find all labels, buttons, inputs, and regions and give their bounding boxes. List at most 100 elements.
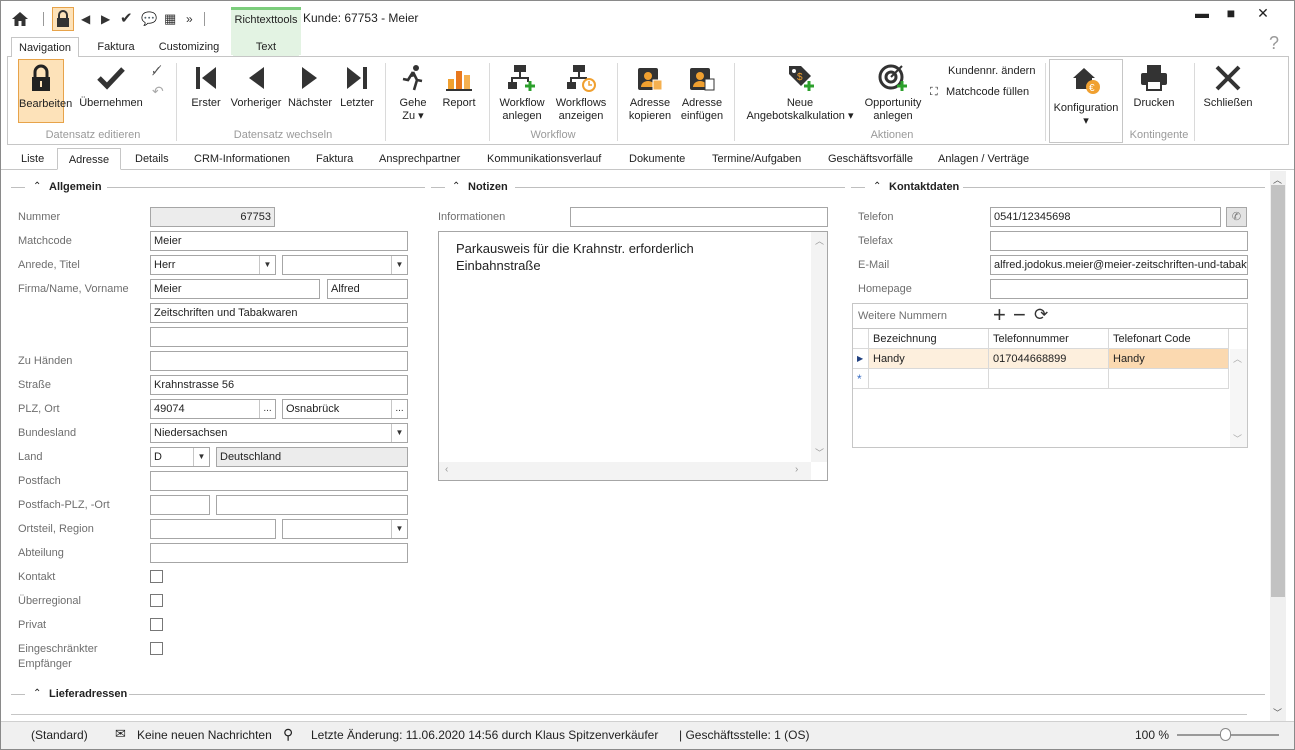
table-cell[interactable] [869,369,989,389]
more-icon[interactable]: » [186,10,193,28]
messages-status[interactable]: Keine neuen Nachrichten [137,728,272,742]
scroll-down-icon[interactable]: ﹀ [815,446,824,459]
table-cell[interactable]: 017044668899 [989,349,1109,369]
schliessen-button[interactable]: Schließen [1200,59,1256,110]
scroll-down-icon[interactable]: ﹀ [1233,432,1242,445]
scrollbar-thumb[interactable] [1271,185,1285,597]
privat-checkbox[interactable] [150,618,163,631]
chevron-down-icon[interactable]: ▼ [391,256,407,274]
kundennr-aendern-button[interactable]: Kundennr. ändern [948,65,1035,77]
next-icon[interactable]: ▶ [101,10,110,28]
kontakt-checkbox[interactable] [150,570,163,583]
plz-field[interactable]: 49074... [150,399,276,419]
zuhaenden-field[interactable] [150,351,408,371]
scroll-down-icon[interactable]: ﹀ [1273,706,1282,719]
column-header-bezeichnung[interactable]: Bezeichnung [869,329,989,349]
informationen-field[interactable] [570,207,828,227]
lock-icon[interactable] [52,7,74,31]
adresse-kopieren-button[interactable]: Adresse kopieren [624,59,676,123]
column-header-telefonnummer[interactable]: Telefonnummer [989,329,1109,349]
search-icon[interactable]: ⚲ [283,726,293,743]
matchcode-fuellen-button[interactable]: ⛶ Matchcode füllen [930,86,1029,99]
grid-scrollbar[interactable]: ︿ ﹀ [1230,349,1247,447]
calendar-icon[interactable]: ▦ [164,10,176,28]
postfach-field[interactable] [150,471,408,491]
undo-icon[interactable]: ↶ [152,83,164,100]
nummer-field[interactable]: 67753 [150,207,275,227]
scroll-right-icon[interactable]: › [795,464,798,475]
tab-faktura[interactable]: Faktura [310,148,359,170]
region-select[interactable]: ▼ [282,519,408,539]
table-cell[interactable]: Handy [869,349,989,369]
bearbeiten-button[interactable]: Bearbeiten [18,59,72,123]
adresse-einfuegen-button[interactable]: Adresse einfügen [676,59,728,123]
checkmark-icon[interactable]: ✔ [120,10,133,28]
tab-adresse[interactable]: Adresse [57,148,121,170]
naechster-button[interactable]: Nächster [286,59,334,110]
vorheriger-button[interactable]: Vorheriger [229,59,283,110]
telefon-field[interactable]: 0541/12345698 [990,207,1221,227]
add-icon[interactable]: + [993,302,1006,328]
help-icon[interactable]: ? [1269,33,1279,54]
firma2-field[interactable]: Zeitschriften und Tabakwaren [150,303,408,323]
letzter-button[interactable]: Letzter [336,59,378,110]
drucken-button[interactable]: Drucken [1128,59,1180,110]
tab-liste[interactable]: Liste [15,148,50,170]
maximize-button[interactable]: ■ [1221,5,1241,21]
firma3-field[interactable] [150,327,408,347]
tab-anlagen-vertraege[interactable]: Anlagen / Verträge [932,148,1035,170]
workflow-anlegen-button[interactable]: Workflow anlegen [496,59,548,123]
land-field[interactable]: Deutschland [216,447,408,467]
minimize-button[interactable]: ▬ [1192,5,1212,21]
chevron-down-icon[interactable]: ▼ [193,448,209,466]
titel-select[interactable]: ▼ [282,255,408,275]
uebernehmen-button[interactable]: Übernehmen [78,59,144,110]
workflows-anzeigen-button[interactable]: Workflows anzeigen [552,59,610,123]
land-code-select[interactable]: D ▼ [150,447,210,467]
plz-lookup-button[interactable]: ... [259,400,275,418]
tab-ansprechpartner[interactable]: Ansprechpartner [373,148,466,170]
postfach-ort-field[interactable] [216,495,408,515]
ueberregional-checkbox[interactable] [150,594,163,607]
tab-termine-aufgaben[interactable]: Termine/Aufgaben [706,148,807,170]
tab-kommunikationsverlauf[interactable]: Kommunikationsverlauf [481,148,607,170]
tab-dokumente[interactable]: Dokumente [623,148,691,170]
erster-button[interactable]: Erster [186,59,226,110]
tab-details[interactable]: Details [129,148,175,170]
table-cell[interactable]: Handy [1109,349,1229,369]
ribbon-tab-faktura[interactable]: Faktura [87,37,145,57]
vorname-field[interactable]: Alfred [327,279,408,299]
scroll-left-icon[interactable]: ‹ [445,464,448,475]
previous-icon[interactable]: ◀ [81,10,90,28]
notes-hscrollbar[interactable]: ‹ › [439,462,811,480]
email-field[interactable]: alfred.jodokus.meier@meier-zeitschriften… [990,255,1248,275]
matchcode-field[interactable]: Meier [150,231,408,251]
chevron-down-icon[interactable]: ▼ [391,424,407,442]
chevron-down-icon[interactable]: ▼ [391,520,407,538]
ortsteil-field[interactable] [150,519,276,539]
opportunity-anlegen-button[interactable]: Opportunity anlegen [860,59,926,123]
ribbon-tab-text[interactable]: Text [233,37,299,57]
scroll-up-icon[interactable]: ︿ [815,234,824,247]
home-icon[interactable] [11,10,29,33]
collapse-icon[interactable]: ⌃ [33,688,41,699]
abteilung-field[interactable] [150,543,408,563]
gehe-zu-button[interactable]: Gehe Zu ▾ [393,59,433,123]
eingeschraenkt-checkbox[interactable] [150,642,163,655]
bundesland-select[interactable]: Niedersachsen ▼ [150,423,408,443]
collapse-icon[interactable]: ⌃ [33,181,41,192]
zoom-slider-thumb[interactable] [1220,728,1231,741]
ribbon-tab-navigation[interactable]: Navigation [11,37,79,57]
strasse-field[interactable]: Krahnstrasse 56 [150,375,408,395]
postfach-plz-field[interactable] [150,495,210,515]
homepage-field[interactable] [990,279,1248,299]
name-field[interactable]: Meier [150,279,320,299]
main-vscrollbar[interactable]: ︿ ﹀ [1270,171,1286,721]
ribbon-tab-customizing[interactable]: Customizing [153,37,225,57]
collapse-icon[interactable]: ⌃ [452,181,460,192]
chevron-down-icon[interactable]: ▼ [259,256,275,274]
neue-angebotskalkulation-button[interactable]: $ Neue Angebotskalkulation ▾ [742,59,858,123]
ort-lookup-button[interactable]: ... [391,400,407,418]
column-header-telefonart[interactable]: Telefonart Code [1109,329,1229,349]
table-cell[interactable] [1109,369,1229,389]
